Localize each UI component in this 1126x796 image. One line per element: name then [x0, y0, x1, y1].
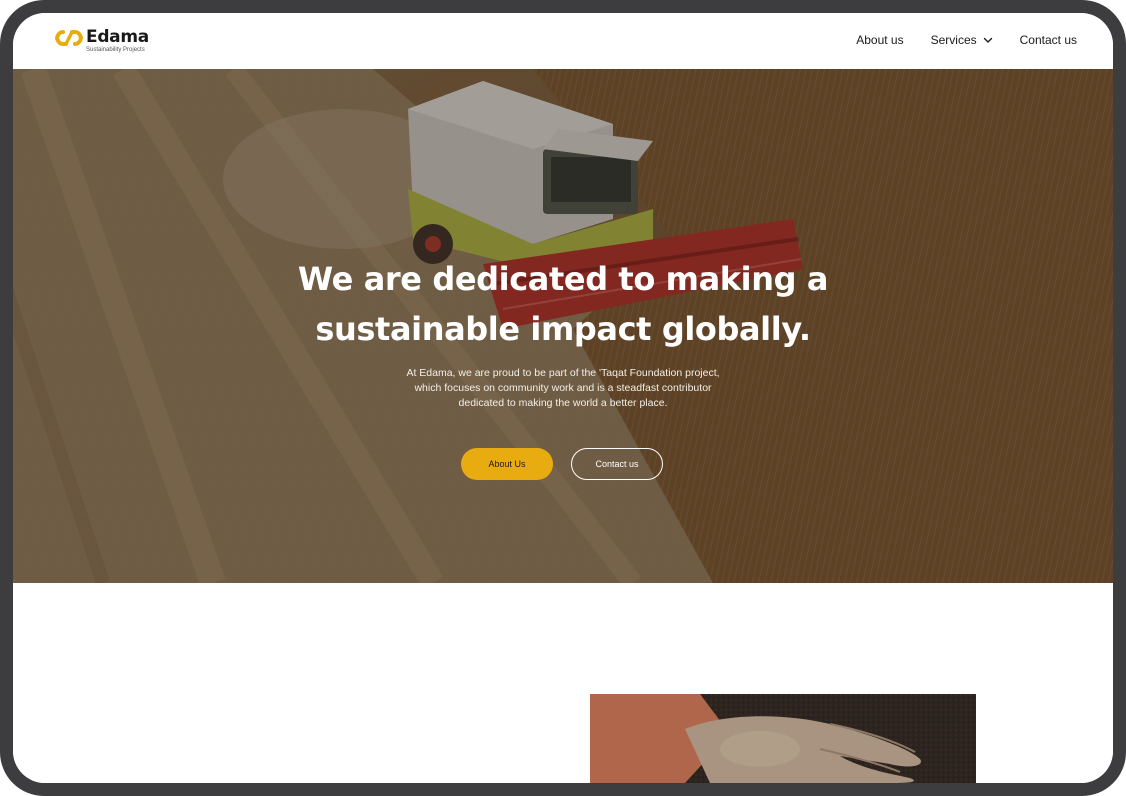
hero-content: We are dedicated to making a sustainable…: [13, 69, 1113, 583]
hand-on-soil-image: [590, 694, 976, 783]
device-frame: Edama Sustainability Projects About us S…: [0, 0, 1126, 796]
hero-subtitle-line-3: dedicated to making the world a better p…: [458, 397, 668, 409]
hero-subtitle: At Edama, we are proud to be part of the…: [363, 366, 763, 411]
nav-item-contact-us[interactable]: Contact us: [1020, 33, 1077, 47]
nav-item-about-us[interactable]: About us: [856, 33, 903, 47]
about-us-button[interactable]: About Us: [461, 448, 553, 480]
main-nav: About us Services Contact us: [856, 33, 1077, 47]
nav-item-label: Services: [930, 33, 977, 47]
infinity-link-icon: [55, 30, 83, 46]
contact-us-button[interactable]: Contact us: [571, 448, 663, 480]
brand-name: Edama: [86, 27, 149, 47]
nav-item-services[interactable]: Services: [931, 33, 993, 47]
hero-section: We are dedicated to making a sustainable…: [13, 69, 1113, 583]
hero-subtitle-line-1: At Edama, we are proud to be part of the…: [406, 367, 720, 379]
nav-item-label: About us: [856, 33, 904, 47]
nav-item-label: Contact us: [1019, 33, 1077, 47]
about-section: [13, 583, 1113, 783]
brand-logo[interactable]: Edama Sustainability Projects: [55, 27, 165, 57]
browser-viewport: Edama Sustainability Projects About us S…: [13, 13, 1113, 783]
hero-title-line-1: We are dedicated to making a: [297, 260, 829, 298]
brand-tagline: Sustainability Projects: [86, 47, 145, 53]
chevron-down-icon: [983, 37, 992, 43]
hero-title: We are dedicated to making a sustainable…: [13, 254, 1113, 354]
hero-title-line-2: sustainable impact globally.: [315, 310, 811, 348]
site-header: Edama Sustainability Projects About us S…: [13, 13, 1113, 70]
hero-subtitle-line-2: which focuses on community work and is a…: [414, 382, 712, 394]
